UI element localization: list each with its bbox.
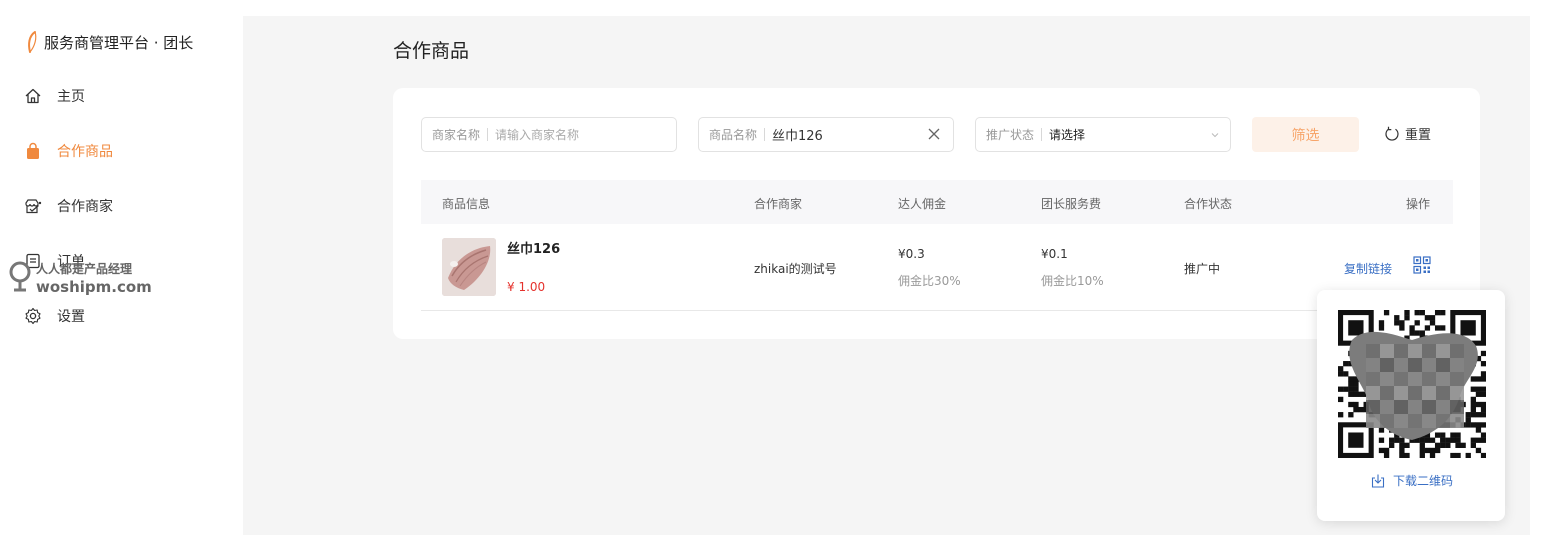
merchant-name-label: 商家名称: [432, 128, 481, 142]
product-price: ¥ 1.00: [507, 280, 546, 294]
column-header: 商品信息: [442, 197, 491, 211]
watermark-text: 人人都是产品经理: [36, 262, 133, 276]
sidebar-item-merchants[interactable]: 合作商家: [24, 195, 113, 217]
field-divider: [1041, 128, 1043, 141]
service-fee-rate: 佣金比10%: [1041, 274, 1104, 288]
column-header: 团长服务费: [1041, 197, 1102, 211]
copy-link-button[interactable]: 复制链接: [1344, 260, 1392, 277]
clear-icon[interactable]: [927, 127, 941, 141]
table-header: 商品信息 合作商家 达人佣金 团长服务费 合作状态 操作: [421, 180, 1453, 224]
chevron-down-icon: [1211, 133, 1219, 138]
column-header: 合作商家: [754, 197, 803, 211]
refresh-icon: [1385, 126, 1399, 141]
brand: 服务商管理平台 · 团长: [26, 30, 193, 54]
product-name-label: 商品名称: [709, 128, 758, 142]
sidebar-item-home[interactable]: 主页: [24, 85, 85, 107]
product-name-input[interactable]: 丝巾126: [772, 125, 823, 144]
sidebar-item-label: 合作商家: [57, 199, 113, 215]
table-row: 丝巾126 ¥ 1.00 zhikai的测试号 ¥0.3 佣金比30% ¥0.1…: [421, 224, 1453, 311]
watermark-logo-icon: [9, 261, 31, 292]
filter-button[interactable]: 筛选: [1252, 117, 1359, 152]
qrcode-popover: 下载二维码: [1317, 290, 1505, 521]
brand-title: 服务商管理平台 · 团长: [44, 33, 194, 52]
service-fee-amount: ¥0.1: [1041, 247, 1068, 261]
home-icon: [24, 87, 42, 105]
qrcode-image: [1338, 310, 1486, 458]
field-divider: [764, 128, 766, 141]
reset-button[interactable]: 重置: [1384, 124, 1431, 143]
sidebar-item-label: 设置: [57, 309, 85, 325]
merchant-name: zhikai的测试号: [754, 262, 837, 276]
bag-icon: [24, 142, 42, 160]
merchant-name-field[interactable]: 商家名称 请输入商家名称: [421, 117, 677, 152]
product-thumbnail: [442, 238, 496, 296]
merchant-icon: [24, 197, 42, 215]
sidebar-item-products[interactable]: 合作商品: [24, 140, 113, 162]
sidebar-item-label: 合作商品: [57, 144, 113, 160]
sidebar-item-settings[interactable]: 设置: [24, 305, 85, 327]
download-qrcode-label: 下载二维码: [1393, 474, 1454, 488]
commission-rate: 佣金比30%: [898, 274, 961, 288]
column-header: 合作状态: [1184, 197, 1233, 211]
promotion-status-select[interactable]: 推广状态 请选择: [975, 117, 1231, 152]
watermark: 人人都是产品经理 woshipm.com: [6, 258, 152, 298]
download-qrcode-button[interactable]: 下载二维码: [1370, 472, 1453, 489]
status-text: 推广中: [1184, 262, 1221, 276]
page-title: 合作商品: [393, 40, 470, 62]
promotion-status-label: 推广状态: [986, 128, 1035, 142]
product-name: 丝巾126: [507, 242, 561, 257]
gear-icon: [24, 307, 42, 325]
commission-amount: ¥0.3: [898, 247, 925, 261]
merchant-name-input[interactable]: 请输入商家名称: [495, 126, 579, 143]
reset-label: 重置: [1405, 128, 1432, 143]
promotion-status-value: 请选择: [1049, 128, 1086, 142]
brand-logo-icon: [28, 31, 37, 53]
field-divider: [487, 128, 489, 141]
product-name-field[interactable]: 商品名称 丝巾126: [698, 117, 954, 152]
sidebar-item-label: 主页: [57, 89, 85, 105]
download-icon: [1371, 474, 1385, 488]
column-header: 达人佣金: [898, 197, 947, 211]
column-header: 操作: [1406, 197, 1431, 211]
sidebar: 服务商管理平台 · 团长 主页 合作商品 合作商家 订单 人人都是产品经理 wo…: [0, 0, 243, 550]
qrcode-icon[interactable]: [1413, 256, 1431, 274]
watermark-domain: woshipm.com: [36, 278, 152, 296]
